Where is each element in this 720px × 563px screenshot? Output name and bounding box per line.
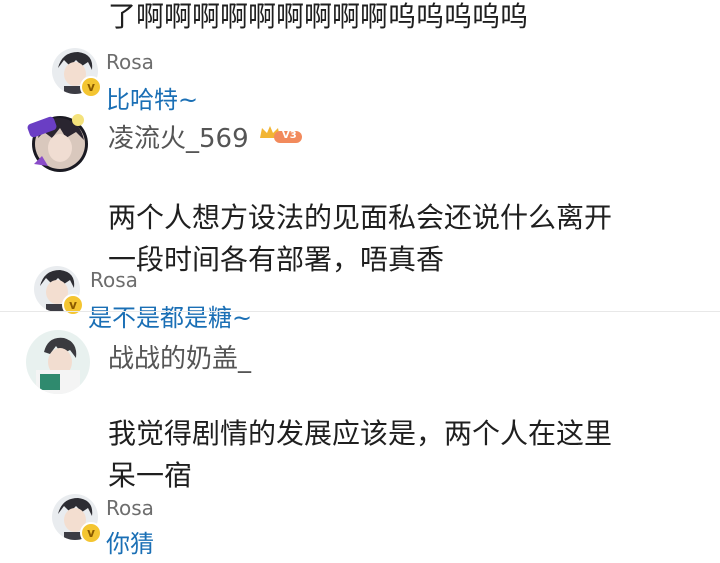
comment-username[interactable]: 凌流火_569 — [108, 118, 249, 155]
vip-badge-icon: v — [80, 522, 102, 544]
reply-text: 比哈特~ — [106, 86, 199, 114]
comment-text-line2: 一段时间各有部署，唔真香 — [108, 243, 445, 276]
reply-avatar[interactable]: v — [52, 48, 102, 98]
reply-username[interactable]: Rosa — [106, 50, 154, 74]
reply-username[interactable]: Rosa — [106, 496, 154, 520]
reply-avatar[interactable]: v — [52, 494, 102, 544]
reply-text: 你猜 — [106, 530, 154, 558]
vip-badge-icon: v — [62, 294, 84, 316]
comment-avatar[interactable] — [26, 108, 90, 176]
comment-text-line1: 两个人想方设法的见面私会还说什么离开 — [108, 201, 613, 234]
reply-text: 是不是都是糖~ — [88, 304, 253, 332]
comment-text-line2: 呆一宿 — [108, 459, 193, 492]
comment-username[interactable]: 战战的奶盖_ — [108, 338, 251, 375]
comment-text-top: 了啊啊啊啊啊啊啊啊啊呜呜呜呜呜 — [108, 0, 529, 33]
comment-text-line1: 我觉得剧情的发展应该是，两个人在这里 — [108, 417, 613, 450]
reply-username[interactable]: Rosa — [90, 268, 138, 292]
reply-avatar[interactable]: v — [34, 266, 84, 316]
crown-icon — [260, 126, 302, 143]
level-text: V3 — [282, 130, 297, 141]
avatar-image — [26, 330, 90, 394]
vip-badge-icon: v — [80, 76, 102, 98]
divider — [0, 311, 720, 312]
comment-avatar[interactable] — [26, 330, 90, 394]
level-badge: V3 — [258, 122, 304, 146]
